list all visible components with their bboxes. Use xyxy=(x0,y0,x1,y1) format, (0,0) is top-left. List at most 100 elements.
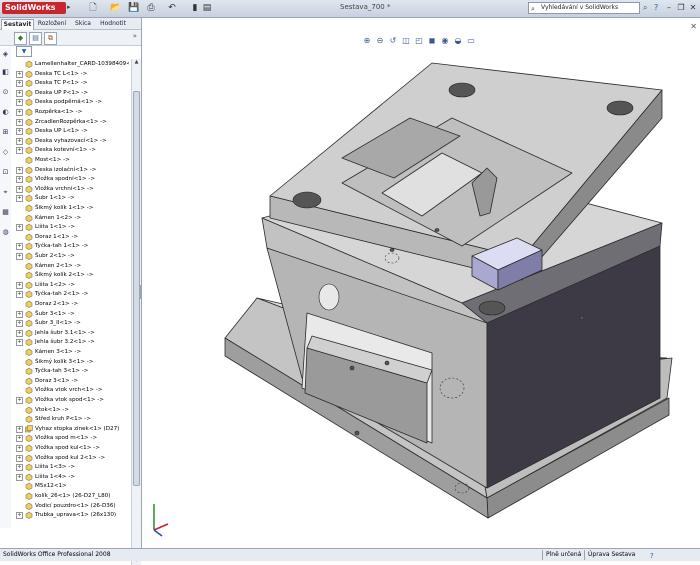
tree-item[interactable]: + Deska kotevní<1> -> xyxy=(11,145,129,155)
expand-icon[interactable]: + xyxy=(16,243,23,251)
config-manager-icon[interactable]: ⧉ xyxy=(44,32,57,45)
tree-item[interactable]: Doraz 2<1> -> xyxy=(11,299,129,309)
expand-icon[interactable]: + xyxy=(16,445,23,452)
tab-rozlozeni[interactable]: Rozložení xyxy=(34,19,70,29)
expand-icon[interactable]: + xyxy=(16,310,23,318)
tree-item[interactable]: + Vložka vrchní<1> -> xyxy=(11,184,129,194)
tree-item[interactable]: + Lišta 1<4> -> xyxy=(11,472,129,482)
tree-item[interactable]: M5x12<1> xyxy=(11,481,129,491)
tree-scrollbar[interactable]: ▲ ▼ xyxy=(131,59,141,565)
tool-icon-2[interactable]: ◧ xyxy=(1,68,10,77)
tool-icon-6[interactable]: ◇ xyxy=(1,148,10,157)
tree-item[interactable]: + Deska vyhazovací<1> -> xyxy=(11,136,129,146)
tool-icon-4[interactable]: ◐ xyxy=(1,108,10,117)
expand-icon[interactable]: + xyxy=(16,454,23,462)
expand-icon[interactable]: + xyxy=(16,425,23,433)
expand-icon[interactable]: + xyxy=(16,291,23,299)
tree-item[interactable]: Vtok<1> -> xyxy=(11,405,129,415)
tab-sestavit[interactable]: Sestavit xyxy=(1,19,34,30)
tree-item[interactable]: Most<1> -> xyxy=(11,155,129,165)
tree-item[interactable]: + Vložka vtok spod<1> -> xyxy=(11,395,129,405)
menu-arrow-icon[interactable]: ▸ xyxy=(67,3,71,11)
expand-icon[interactable]: + xyxy=(16,70,23,78)
tool-icon-8[interactable]: ⌖ xyxy=(1,188,10,197)
feature-manager-icon[interactable]: ◆ xyxy=(14,32,27,45)
save-icon[interactable]: 💾 xyxy=(128,3,139,13)
expand-icon[interactable]: + xyxy=(16,253,23,260)
tree-item[interactable]: Šikmý kolík 3<1> -> xyxy=(11,357,129,367)
tree-item[interactable]: + Deska UP P<1> -> xyxy=(11,88,129,98)
new-document-icon[interactable]: 🗋 xyxy=(88,3,98,13)
tree-item[interactable]: Šikmý kolík 1<1> -> xyxy=(11,203,129,213)
tree-item[interactable]: + Vložka spod m<1> -> xyxy=(11,433,129,443)
print-icon[interactable]: ⎙ xyxy=(146,3,156,13)
expand-icon[interactable]: + xyxy=(16,109,23,116)
tool-icon-1[interactable]: ◈ xyxy=(1,50,10,59)
expand-icon[interactable]: + xyxy=(16,118,23,126)
status-help-icon[interactable]: ? xyxy=(650,550,654,562)
tree-item[interactable]: + Deska TC P<1> -> xyxy=(11,78,129,88)
expand-icon[interactable]: + xyxy=(16,195,23,203)
expand-icon[interactable]: + xyxy=(16,147,23,155)
restore-button[interactable]: ❐ xyxy=(676,3,686,13)
tree-item[interactable]: Šikmý kolík 2<1> -> xyxy=(11,270,129,280)
help-icon[interactable]: ? xyxy=(654,3,658,12)
expand-icon[interactable]: + xyxy=(16,137,23,145)
tree-item[interactable]: + Deska podpěrná<1> -> xyxy=(11,97,129,107)
tree-item[interactable]: Střed kruh P<1> -> xyxy=(11,414,129,424)
expand-icon[interactable]: + xyxy=(16,464,23,472)
tree-item[interactable]: + Deska TC L<1> -> xyxy=(11,69,129,79)
minimize-button[interactable]: – xyxy=(664,3,674,13)
tree-item[interactable]: Doraz 3<1> -> xyxy=(11,376,129,386)
filter-icon[interactable]: ▼ xyxy=(16,46,32,57)
expand-icon[interactable]: + xyxy=(16,99,23,107)
close-button[interactable]: ✕ xyxy=(688,3,698,13)
property-manager-icon[interactable]: ▤ xyxy=(29,32,42,45)
scroll-up-icon[interactable]: ▲ xyxy=(132,59,141,67)
tree-item[interactable]: + Vložka spodní<1> -> xyxy=(11,174,129,184)
search-input[interactable]: ⌕ Vyhledávání v SolidWorks xyxy=(528,2,640,14)
expand-icon[interactable]: + xyxy=(16,185,23,193)
tree-item[interactable]: + Rozpěrka<1> -> xyxy=(11,107,129,117)
tree-item[interactable]: + Šubr 2<1> -> xyxy=(11,251,129,261)
tree-item[interactable]: + Deska UP L<1> -> xyxy=(11,126,129,136)
tree-item[interactable]: + Lišta 1<2> -> xyxy=(11,280,129,290)
tree-item[interactable]: + Trubka_uprava<1> (26x130) xyxy=(11,510,129,520)
tree-item[interactable]: + ZrcadlenRozpěrka<1> -> xyxy=(11,117,129,127)
tab-skica[interactable]: Skica xyxy=(71,19,95,29)
options-icon[interactable]: ▤ xyxy=(202,3,212,13)
tree-item[interactable]: Vodicí pouzdro<1> (26-D36) xyxy=(11,501,129,511)
expand-icon[interactable]: + xyxy=(16,281,23,289)
expand-icon[interactable]: + xyxy=(16,128,23,136)
more-icon[interactable]: » xyxy=(133,32,137,40)
expand-icon[interactable]: + xyxy=(16,320,23,328)
tree-item[interactable]: + Lišta 1<1> -> xyxy=(11,222,129,232)
open-icon[interactable]: 📂 xyxy=(110,3,121,13)
tool-icon-9[interactable]: ▦ xyxy=(1,208,10,217)
expand-icon[interactable]: + xyxy=(16,166,23,174)
tree-item[interactable]: + Vložka spod kul 2<1> -> xyxy=(11,453,129,463)
search-go-icon[interactable]: ⌕ xyxy=(643,3,647,13)
tree-item[interactable]: Kámen 1<2> -> xyxy=(11,213,129,223)
expand-icon[interactable]: + xyxy=(16,80,23,88)
tool-icon-5[interactable]: ⊞ xyxy=(1,128,10,137)
undo-icon[interactable]: ↶ xyxy=(167,3,177,13)
tree-item[interactable]: + Lišta 1<3> -> xyxy=(11,462,129,472)
expand-icon[interactable]: + xyxy=(16,176,23,184)
tool-icon-7[interactable]: ⊡ xyxy=(1,168,10,177)
tree-item[interactable]: + Vyhaz stopka zinek<1> (D27) xyxy=(11,424,129,434)
expand-icon[interactable]: + xyxy=(16,329,23,337)
expand-icon[interactable]: + xyxy=(16,435,23,443)
tree-item[interactable]: + Šubr 3<1> -> xyxy=(11,309,129,319)
tab-hodnotit[interactable]: Hodnotit xyxy=(96,19,130,29)
expand-icon[interactable]: + xyxy=(16,89,23,97)
tree-item[interactable]: + Tyčka-tah 1<1> -> xyxy=(11,241,129,251)
tree-item[interactable]: + Šubr 3_II<1> -> xyxy=(11,318,129,328)
tree-item[interactable]: + Tyčka-tah 2<1> -> xyxy=(11,289,129,299)
tree-item[interactable]: + Vložka spod kul<1> -> xyxy=(11,443,129,453)
tree-item[interactable]: + Šubr 1<1> -> xyxy=(11,193,129,203)
tree-item[interactable]: kolík_26<1> (26-D27_L80) xyxy=(11,491,129,501)
graphics-viewport[interactable]: ⊕ ⊖ ↺ ◫ ◰ ◼ ◉ ◒ ▭ ✕ xyxy=(142,18,700,548)
tree-item[interactable]: + Jehla šubr 3.2<1> -> xyxy=(11,337,129,347)
tool-icon-10[interactable]: ◍ xyxy=(1,228,10,237)
